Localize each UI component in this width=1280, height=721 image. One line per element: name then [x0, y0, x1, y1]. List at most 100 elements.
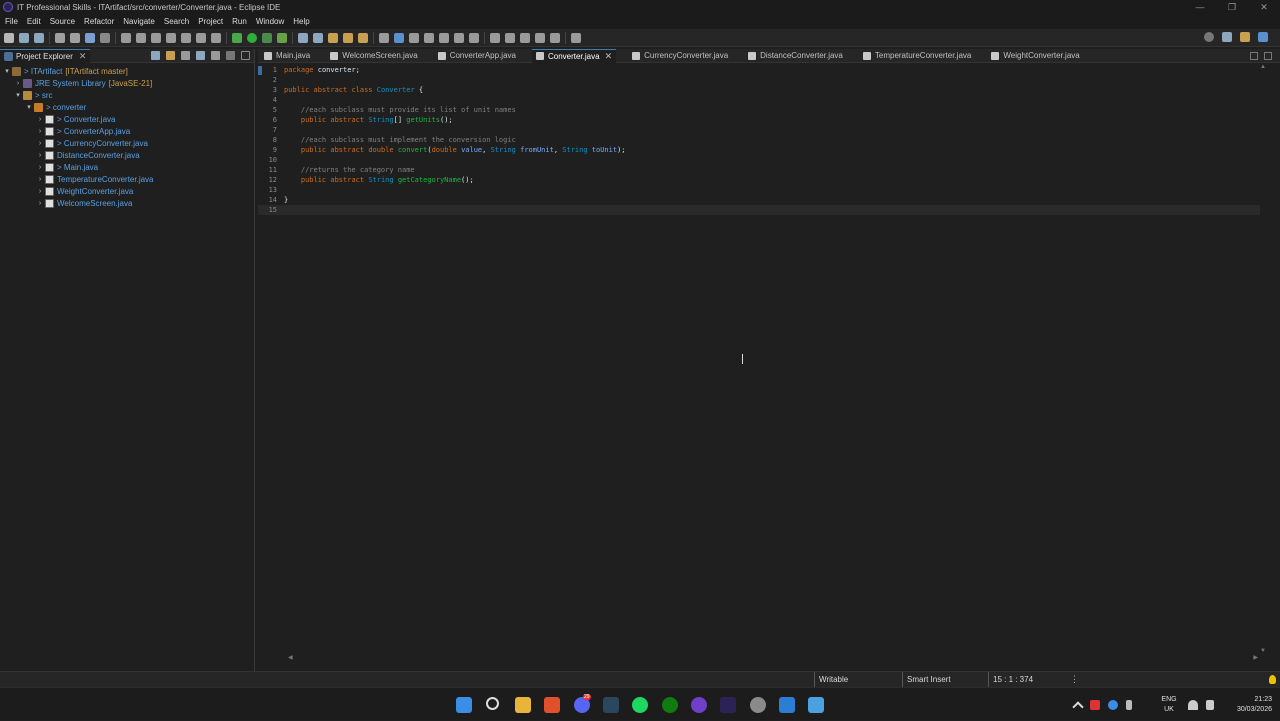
view-menu-icon[interactable]	[211, 51, 220, 60]
chevron-down-icon[interactable]: ▾	[13, 91, 23, 99]
open-type-icon[interactable]	[343, 32, 353, 43]
menu-edit[interactable]: Edit	[27, 17, 41, 26]
menu-navigate[interactable]: Navigate	[123, 17, 155, 26]
collapse-all-icon[interactable]	[151, 51, 160, 60]
maximize-icon[interactable]	[241, 51, 250, 60]
scroll-left-icon[interactable]: ◀	[288, 654, 293, 661]
close-window-button[interactable]: ✕	[1248, 0, 1280, 14]
microphone-icon[interactable]	[1126, 699, 1132, 710]
menu-search[interactable]: Search	[164, 17, 189, 26]
minimize-icon[interactable]	[1250, 51, 1258, 60]
run-icon[interactable]	[247, 32, 257, 43]
status-cursor-position[interactable]: 15 : 1 : 374	[988, 672, 1068, 688]
tree-item-proj[interactable]: ▾ > ITArtifact [ITArtifact master]	[0, 65, 254, 77]
navigate-back-icon[interactable]	[535, 32, 545, 43]
tree-item-file[interactable]: › WeightConverter.java	[0, 185, 254, 197]
xbox-icon[interactable]	[662, 697, 678, 713]
skip-breakpoints-icon[interactable]	[100, 32, 110, 43]
java-perspective-icon[interactable]	[1240, 32, 1250, 42]
debug-icon[interactable]	[232, 32, 242, 43]
tree-item-file[interactable]: › > CurrencyConverter.java	[0, 137, 254, 149]
new-java-project-icon[interactable]	[298, 32, 308, 43]
save-all-icon[interactable]	[34, 32, 44, 43]
ms-store-icon[interactable]	[779, 697, 795, 713]
status-menu-icon[interactable]: ⋮	[1070, 674, 1079, 685]
open-perspective-icon[interactable]	[1222, 32, 1232, 42]
forward-icon[interactable]	[520, 32, 530, 43]
link-with-editor-icon[interactable]	[166, 51, 175, 60]
tab-project-explorer[interactable]: Project Explorer ✕	[0, 48, 91, 63]
terminal-icon[interactable]	[85, 32, 95, 43]
github-icon[interactable]	[691, 697, 707, 713]
wifi-icon[interactable]	[1188, 699, 1198, 710]
windows-start-icon[interactable]	[456, 697, 472, 713]
scroll-right-icon[interactable]: ▶	[1253, 654, 1258, 661]
pin-editor-icon[interactable]	[439, 32, 449, 43]
open-console-icon[interactable]	[571, 32, 581, 43]
save-icon[interactable]	[19, 32, 29, 43]
lightbulb-icon[interactable]	[1269, 675, 1276, 684]
chevron-right-icon[interactable]: ›	[13, 80, 23, 87]
tree-item-file[interactable]: › > ConverterApp.java	[0, 125, 254, 137]
menu-project[interactable]: Project	[198, 17, 223, 26]
tree-item-file[interactable]: › > Main.java	[0, 161, 254, 173]
menu-window[interactable]: Window	[256, 17, 284, 26]
new-icon[interactable]	[4, 32, 14, 43]
toggle-mark-occurrences-icon[interactable]	[379, 32, 389, 43]
focus-icon[interactable]	[196, 51, 205, 60]
editor-tab[interactable]: Converter.java ✕	[531, 48, 617, 63]
navigate-forward-icon[interactable]	[550, 32, 560, 43]
next-annotation-icon[interactable]	[454, 32, 464, 43]
close-icon[interactable]: ✕	[605, 51, 613, 62]
chevron-right-icon[interactable]: ›	[35, 116, 45, 123]
filter-icon[interactable]	[181, 51, 190, 60]
menu-refactor[interactable]: Refactor	[84, 17, 114, 26]
antivirus-icon[interactable]	[1090, 699, 1100, 710]
scroll-down-icon[interactable]: ▼	[1260, 648, 1266, 654]
step-into-icon[interactable]	[181, 32, 191, 43]
scroll-up-icon[interactable]: ▲	[1260, 64, 1266, 70]
vertical-scrollbar[interactable]: ▲ ▼	[1260, 64, 1268, 654]
menu-help[interactable]: Help	[293, 17, 309, 26]
settings-icon[interactable]	[750, 697, 766, 713]
chevron-down-icon[interactable]: ▾	[24, 103, 34, 111]
status-insert-mode[interactable]: Smart Insert	[902, 672, 988, 688]
chevron-right-icon[interactable]: ›	[35, 140, 45, 147]
tree-item-file[interactable]: › > Converter.java	[0, 113, 254, 125]
horizontal-scrollbar[interactable]: ◀ ▶	[288, 654, 1258, 661]
show-whitespace-icon[interactable]	[424, 32, 434, 43]
search-icon[interactable]	[358, 32, 368, 43]
tree-item-pkg[interactable]: ▾ > converter	[0, 101, 254, 113]
undo-icon[interactable]	[55, 32, 65, 43]
suspend-icon[interactable]	[136, 32, 146, 43]
menu-run[interactable]: Run	[232, 17, 247, 26]
editor-tab[interactable]: WelcomeScreen.java	[326, 49, 421, 63]
maximize-button[interactable]: ❐	[1216, 0, 1248, 14]
tree-item-file[interactable]: › WelcomeScreen.java	[0, 197, 254, 209]
editor-tab[interactable]: CurrencyConverter.java	[628, 49, 732, 63]
spotify-icon[interactable]	[632, 697, 648, 713]
chevron-right-icon[interactable]: ›	[35, 176, 45, 183]
step-over-icon[interactable]	[196, 32, 206, 43]
previous-annotation-icon[interactable]	[469, 32, 479, 43]
debug-perspective-icon[interactable]	[1258, 32, 1268, 42]
terminate-icon[interactable]	[151, 32, 161, 43]
editor-tab[interactable]: TemperatureConverter.java	[859, 49, 976, 63]
clock[interactable]: 21:23 30/03/2026	[1222, 695, 1272, 715]
last-edit-icon[interactable]	[490, 32, 500, 43]
new-class-icon[interactable]	[328, 32, 338, 43]
block-selection-icon[interactable]	[409, 32, 419, 43]
chevron-right-icon[interactable]: ›	[35, 128, 45, 135]
chevron-up-icon[interactable]	[1072, 700, 1084, 713]
code-editor[interactable]: ◀ ▶ 1 package converter; 2 3 public abstract…	[258, 64, 1280, 662]
language-indicator[interactable]: ENG UK	[1158, 695, 1180, 715]
search-icon[interactable]	[486, 697, 499, 710]
toggle-word-wrap-icon[interactable]	[394, 32, 404, 43]
external-tools-icon[interactable]	[277, 32, 287, 43]
redo-icon[interactable]	[70, 32, 80, 43]
onedrive-icon[interactable]	[1108, 699, 1118, 710]
disconnect-icon[interactable]	[166, 32, 176, 43]
chevron-down-icon[interactable]: ▾	[2, 67, 12, 75]
minimize-icon[interactable]	[226, 51, 235, 60]
editor-tab[interactable]: Main.java	[260, 49, 314, 63]
